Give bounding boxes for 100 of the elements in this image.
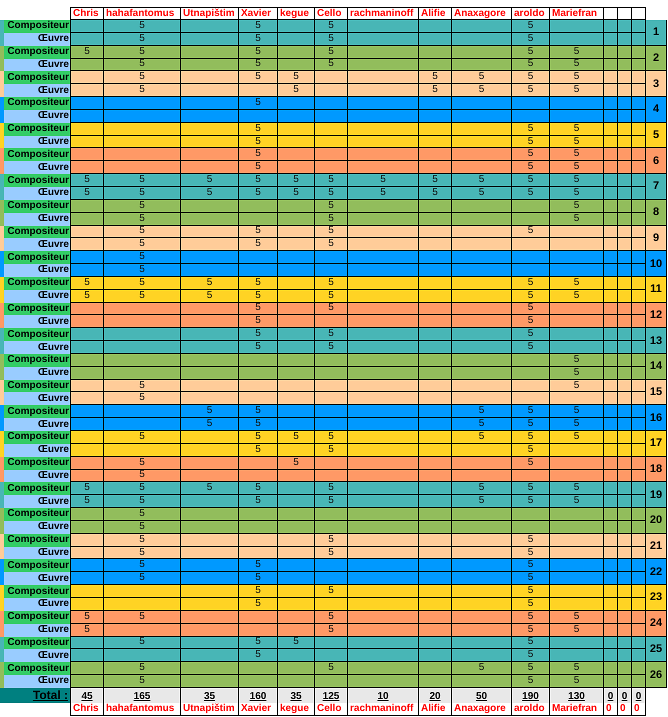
total-cell: 10 bbox=[348, 688, 419, 703]
table-cell: 5 bbox=[315, 662, 348, 676]
row-label: Compositeur bbox=[0, 20, 70, 33]
row-label: Compositeur bbox=[0, 405, 70, 418]
table-cell: 5 bbox=[512, 84, 550, 98]
group-number: 20 bbox=[646, 508, 667, 534]
row-label: Œuvre bbox=[0, 58, 70, 72]
table-cell: 5 bbox=[512, 636, 550, 650]
table-cell: 5 bbox=[512, 174, 550, 187]
table-cell: 5 bbox=[512, 46, 550, 59]
row-label: Compositeur bbox=[0, 328, 70, 342]
column-footer: Anaxagore bbox=[452, 702, 512, 716]
table-cell: 5 bbox=[104, 508, 181, 521]
table-cell: 5 bbox=[239, 136, 278, 148]
table-cell: 5 bbox=[104, 58, 181, 72]
table-cell: 5 bbox=[550, 136, 604, 148]
table-cell: 5 bbox=[104, 226, 181, 238]
table-cell: 5 bbox=[315, 226, 348, 238]
table-cell: 5 bbox=[278, 174, 315, 187]
table-cell: 5 bbox=[104, 32, 181, 46]
table-cell: 5 bbox=[512, 161, 550, 174]
table-cell: 5 bbox=[104, 520, 181, 534]
table-cell: 5 bbox=[315, 200, 348, 213]
table-cell: 5 bbox=[104, 276, 181, 290]
table-cell: 5 bbox=[239, 328, 278, 342]
column-footer: kegue bbox=[278, 702, 315, 716]
table-cell: 5 bbox=[512, 456, 550, 470]
table-cell: 5 bbox=[315, 624, 348, 636]
table-cell: 5 bbox=[452, 418, 512, 431]
table-cell: 5 bbox=[512, 32, 550, 46]
row-label: Œuvre bbox=[0, 470, 70, 482]
table-cell: 5 bbox=[239, 71, 278, 84]
table-cell: 5 bbox=[278, 84, 315, 98]
table-cell: 5 bbox=[550, 186, 604, 200]
group-number: 17 bbox=[646, 431, 667, 457]
row-label: Compositeur bbox=[0, 585, 70, 598]
column-footer: 0 bbox=[618, 702, 632, 716]
column-header: hahafantomus bbox=[104, 7, 181, 20]
table-cell: 5 bbox=[181, 418, 239, 431]
table-cell: 5 bbox=[512, 662, 550, 676]
table-cell: 5 bbox=[239, 148, 278, 162]
table-cell: 5 bbox=[315, 32, 348, 46]
table-cell: 5 bbox=[239, 585, 278, 598]
row-label: Compositeur bbox=[0, 636, 70, 650]
table-cell: 5 bbox=[239, 495, 278, 508]
table-cell: 5 bbox=[104, 20, 181, 33]
table-cell: 5 bbox=[550, 46, 604, 59]
table-cell: 5 bbox=[550, 662, 604, 676]
table-cell: 5 bbox=[181, 482, 239, 496]
column-header: Mariefran bbox=[550, 7, 604, 20]
table-cell: 5 bbox=[315, 610, 348, 624]
table-cell: 5 bbox=[104, 495, 181, 508]
total-cell: 0 bbox=[632, 688, 646, 703]
table-cell: 5 bbox=[512, 624, 550, 636]
table-cell: 5 bbox=[512, 572, 550, 586]
table-cell: 5 bbox=[239, 46, 278, 59]
table-cell: 5 bbox=[315, 341, 348, 354]
table-cell: 5 bbox=[104, 238, 181, 252]
group-number: 14 bbox=[646, 354, 667, 380]
table-cell: 5 bbox=[512, 495, 550, 508]
table-cell: 5 bbox=[70, 276, 104, 290]
total-label: Total : bbox=[0, 688, 70, 703]
table-cell: 5 bbox=[550, 624, 604, 636]
table-cell: 5 bbox=[315, 534, 348, 547]
table-cell: 5 bbox=[104, 174, 181, 187]
table-cell: 5 bbox=[550, 200, 604, 213]
table-cell: 5 bbox=[452, 431, 512, 444]
row-label: Œuvre bbox=[0, 649, 70, 662]
table-cell: 5 bbox=[512, 328, 550, 342]
row-label: Compositeur bbox=[0, 276, 70, 290]
row-label: Œuvre bbox=[0, 366, 70, 380]
column-footer: Chris bbox=[70, 702, 104, 716]
table-cell: 5 bbox=[239, 649, 278, 662]
table-cell: 5 bbox=[315, 482, 348, 496]
row-label: Œuvre bbox=[0, 186, 70, 200]
table-cell: 5 bbox=[239, 186, 278, 200]
table-cell: 5 bbox=[512, 302, 550, 316]
table-cell: 5 bbox=[550, 84, 604, 98]
table-cell: 5 bbox=[70, 624, 104, 636]
column-header: kegue bbox=[278, 7, 315, 20]
table-cell: 5 bbox=[315, 212, 348, 226]
table-cell: 5 bbox=[512, 276, 550, 290]
table-cell: 5 bbox=[70, 174, 104, 187]
table-cell: 5 bbox=[550, 71, 604, 84]
column-footer: hahafantomus bbox=[104, 702, 181, 716]
table-cell: 5 bbox=[315, 20, 348, 33]
table-cell: 5 bbox=[452, 495, 512, 508]
table-cell: 5 bbox=[104, 46, 181, 59]
table-cell: 5 bbox=[104, 572, 181, 586]
table-cell: 5 bbox=[512, 136, 550, 148]
table-cell: 5 bbox=[512, 546, 550, 560]
table-cell: 5 bbox=[104, 84, 181, 98]
table-cell: 5 bbox=[239, 444, 278, 457]
group-number: 19 bbox=[646, 482, 667, 508]
table-cell: 5 bbox=[239, 122, 278, 136]
table-cell: 5 bbox=[512, 675, 550, 688]
table-cell: 5 bbox=[512, 431, 550, 444]
row-label: Œuvre bbox=[0, 161, 70, 174]
table-cell: 5 bbox=[239, 482, 278, 496]
column-footer: Cello bbox=[315, 702, 348, 716]
